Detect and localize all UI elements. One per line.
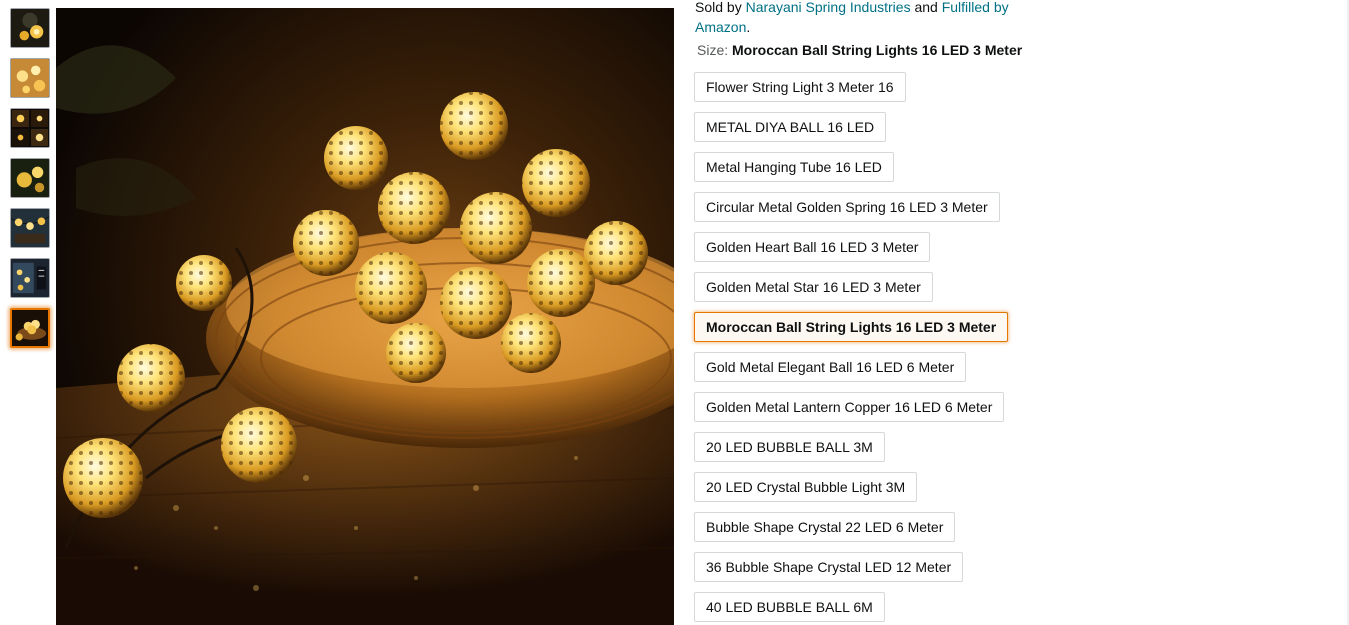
seller-info: Sold by Narayani Spring Industries and F…: [695, 0, 1055, 37]
main-product-image[interactable]: [56, 8, 674, 625]
lights-collage-icon: [11, 109, 49, 147]
thumbnail-6[interactable]: [10, 258, 50, 298]
size-label: Size:: [697, 42, 733, 58]
size-variant-button[interactable]: Golden Heart Ball 16 LED 3 Meter: [694, 232, 931, 262]
fulfilled-by-link[interactable]: Fulfilled by: [942, 0, 1009, 15]
size-variant-button[interactable]: Gold Metal Elegant Ball 16 LED 6 Meter: [694, 352, 967, 382]
size-variant-button[interactable]: 36 Bubble Shape Crystal LED 12 Meter: [694, 552, 964, 582]
sold-by-label: Sold by: [695, 0, 746, 15]
size-variant-button[interactable]: Flower String Light 3 Meter 16: [694, 72, 906, 102]
lights-dimensions-icon: [11, 259, 49, 297]
size-variant-button[interactable]: Golden Metal Star 16 LED 3 Meter: [694, 272, 933, 302]
size-variant-button-selected[interactable]: Moroccan Ball String Lights 16 LED 3 Met…: [694, 312, 1009, 342]
seller-period: .: [746, 19, 751, 35]
thumbnail-7-selected[interactable]: [10, 308, 50, 348]
thumbnail-3[interactable]: [10, 108, 50, 148]
size-variant-button[interactable]: Bubble Shape Crystal 22 LED 6 Meter: [694, 512, 956, 542]
size-variant-button[interactable]: Circular Metal Golden Spring 16 LED 3 Me…: [694, 192, 1000, 222]
thumbnail-2[interactable]: [10, 58, 50, 98]
size-selection: Size: Moroccan Ball String Lights 16 LED…: [697, 40, 1077, 60]
size-variant-button[interactable]: 40 LED BUBBLE BALL 6M: [694, 592, 885, 622]
seller-link[interactable]: Narayani Spring Industries: [746, 0, 911, 15]
size-variant-button[interactable]: 20 LED BUBBLE BALL 3M: [694, 432, 885, 462]
and-text: and: [910, 0, 942, 15]
hanging-lights-icon: [11, 209, 49, 247]
fulfilled-by-amazon-link[interactable]: Amazon: [695, 19, 746, 35]
size-variant-button[interactable]: Metal Hanging Tube 16 LED: [694, 152, 894, 182]
size-variant-button[interactable]: Golden Metal Lantern Copper 16 LED 6 Met…: [694, 392, 1005, 422]
thumbnail-5[interactable]: [10, 208, 50, 248]
thumbnail-1[interactable]: [10, 8, 50, 48]
lantern-lights-icon: [11, 9, 49, 47]
moroccan-ball-lights-icon: [12, 310, 48, 346]
lantern-closeup-icon: [11, 159, 49, 197]
size-selected-value: Moroccan Ball String Lights 16 LED 3 Met…: [732, 42, 1023, 58]
moroccan-ball-string-lights-photo-icon: [56, 8, 674, 625]
size-variant-button[interactable]: 20 LED Crystal Bubble Light 3M: [694, 472, 918, 502]
star-lights-icon: [11, 59, 49, 97]
size-variant-button[interactable]: METAL DIYA BALL 16 LED: [694, 112, 887, 142]
thumbnail-4[interactable]: [10, 158, 50, 198]
